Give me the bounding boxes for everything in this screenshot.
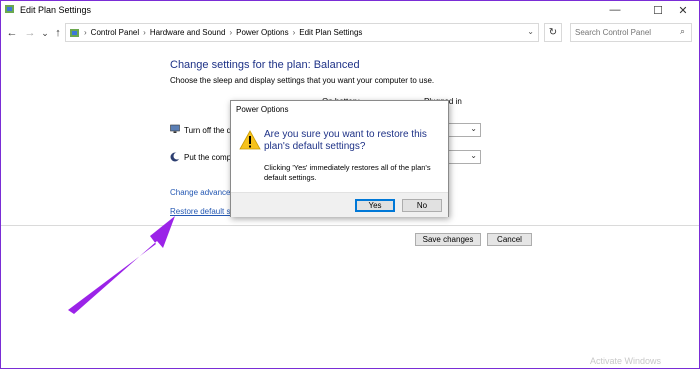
breadcrumb-power-options[interactable]: Power Options xyxy=(236,28,288,37)
up-button[interactable]: ↑ xyxy=(50,25,66,41)
breadcrumb-separator: › xyxy=(84,28,87,37)
close-button[interactable]: ✕ xyxy=(666,0,700,20)
no-button[interactable]: No xyxy=(402,199,442,212)
breadcrumb-separator: › xyxy=(143,28,146,37)
breadcrumb-separator: › xyxy=(292,28,296,37)
dialog-question: Are you sure you want to restore this pl… xyxy=(264,129,427,152)
breadcrumb-separator: › xyxy=(229,28,233,37)
dialog-title: Power Options xyxy=(236,105,289,114)
refresh-button[interactable]: ↻ xyxy=(544,23,562,42)
breadcrumb-control-panel[interactable]: Control Panel xyxy=(91,28,139,37)
address-bar[interactable]: › Control Panel › Hardware and Sound › P… xyxy=(65,23,539,42)
breadcrumb-edit-plan-settings[interactable]: Edit Plan Settings xyxy=(299,28,362,37)
control-panel-icon xyxy=(5,5,14,13)
window-title: Edit Plan Settings xyxy=(20,5,92,15)
power-options-dialog: Power Options Are you sure you want to r… xyxy=(230,100,449,217)
page-subtitle: Choose the sleep and display settings th… xyxy=(170,76,435,85)
page-title: Change settings for the plan: Balanced xyxy=(170,59,360,71)
setting-turn-off-display: Turn off the d xyxy=(184,126,232,135)
yes-button[interactable]: Yes xyxy=(355,199,395,212)
forward-button[interactable]: → xyxy=(22,25,38,41)
dialog-detail: Clicking 'Yes' immediately restores all … xyxy=(264,163,431,182)
activate-windows-watermark: Activate Windows xyxy=(590,356,662,366)
back-button[interactable]: ← xyxy=(4,25,20,41)
search-input[interactable] xyxy=(570,23,692,42)
address-dropdown-icon[interactable]: ⌄ xyxy=(527,27,534,36)
address-row: ← → ⌄ ↑ › Control Panel › Hardware and S… xyxy=(0,22,700,44)
change-advanced-settings-link[interactable]: Change advanced xyxy=(170,188,235,197)
chevron-down-icon: ⌄ xyxy=(470,151,477,160)
moon-icon xyxy=(170,152,180,162)
breadcrumb-hardware-and-sound[interactable]: Hardware and Sound xyxy=(150,28,226,37)
search-icon: ⌕ xyxy=(680,26,686,36)
setting-sleep: Put the comp xyxy=(184,153,232,162)
dialog-footer: Yes No xyxy=(231,192,448,217)
chevron-down-icon: ⌄ xyxy=(470,124,477,133)
title-bar: Edit Plan Settings — ☐ ✕ xyxy=(0,0,700,20)
warning-icon xyxy=(239,130,261,150)
save-changes-button[interactable]: Save changes xyxy=(415,233,481,246)
arrow-annotation xyxy=(68,216,175,314)
minimize-button[interactable]: — xyxy=(598,0,632,20)
monitor-icon xyxy=(170,124,180,133)
control-panel-icon xyxy=(70,28,79,37)
cancel-button[interactable]: Cancel xyxy=(487,233,532,246)
